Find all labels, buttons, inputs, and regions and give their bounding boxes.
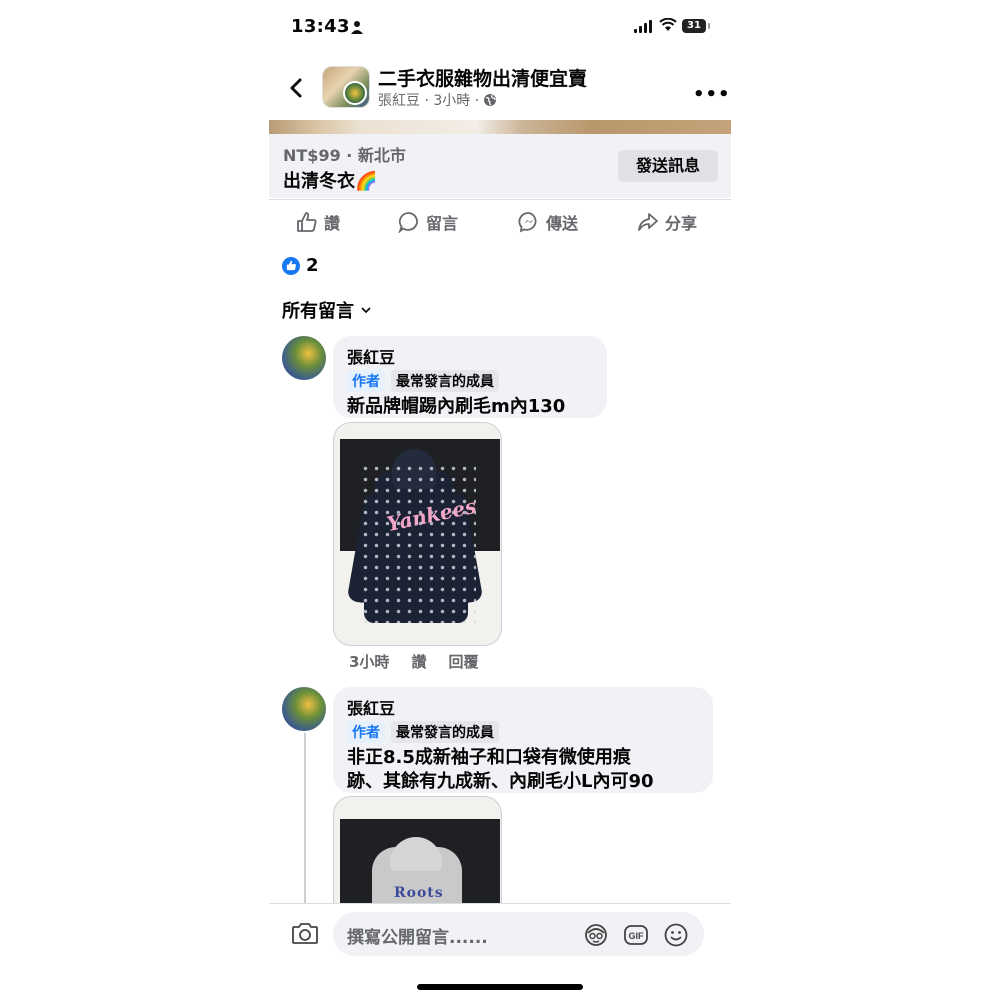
group-header: 二手衣服雜物出清便宜賣 張紅豆 · 3小時 · ••• (269, 56, 731, 120)
author-badge: 作者 (347, 370, 385, 392)
group-avatar[interactable] (322, 66, 370, 108)
thumbs-up-icon (297, 212, 317, 232)
comment-input-placeholder: 撰寫公開留言...... (347, 928, 488, 948)
comment-label: 留言 (426, 214, 459, 233)
send-message-button[interactable]: 發送訊息 (618, 150, 718, 182)
comment-badges: 作者 最常發言的成員 (347, 370, 593, 392)
comment-input[interactable]: 撰寫公開留言...... GIF (333, 912, 704, 956)
marketplace-listing: NT$99 · 新北市 出清冬衣🌈 發送訊息 (269, 134, 731, 198)
top-contributor-badge: 最常發言的成員 (391, 370, 499, 392)
comment-bubble-icon (398, 212, 418, 233)
like-label: 讚 (324, 214, 341, 233)
comment-author[interactable]: 張紅豆 (347, 344, 593, 368)
commenter-avatar[interactable] (282, 336, 326, 380)
comment-button[interactable]: 留言 (398, 210, 458, 234)
group-name[interactable]: 二手衣服雜物出清便宜賣 (378, 64, 587, 91)
comment-photo-grey-hoodie[interactable]: Roots (333, 796, 502, 918)
globe-icon (484, 94, 497, 106)
comment-bubble: 張紅豆 作者 最常發言的成員 新品牌帽踢內刷毛m內130 (333, 336, 607, 418)
share-button[interactable]: 分享 (637, 210, 697, 234)
gif-icon[interactable]: GIF (623, 922, 649, 948)
post-meta-text: 張紅豆 · 3小時 · (378, 93, 480, 109)
hoodie-roots-logo: Roots (394, 885, 444, 901)
comment-bubble: 張紅豆 作者 最常發言的成員 非正8.5成新袖子和口袋有微使用痕 跡、其餘有九成… (333, 687, 713, 793)
top-contributor-badge: 最常發言的成員 (391, 721, 499, 743)
comment-text-line-1: 非正8.5成新袖子和口袋有微使用痕 (347, 747, 631, 768)
status-bar: 13:43 31 (269, 0, 731, 56)
battery-icon: 31 (682, 19, 710, 33)
hoodie-pattern (360, 463, 476, 623)
comment-author[interactable]: 張紅豆 (347, 695, 699, 719)
commenter-avatar[interactable] (282, 687, 326, 731)
thread-line (304, 733, 306, 903)
phone-screen: 13:43 31 二手衣服雜物出清便宜賣 張紅豆 · 3小時 · ••• NT$… (269, 0, 731, 1000)
send-label: 傳送 (546, 214, 579, 233)
home-indicator[interactable] (417, 984, 583, 990)
post-photo-strip[interactable] (269, 120, 731, 134)
listing-price-location: NT$99 · 新北市 (283, 146, 406, 165)
comment-like-link[interactable]: 讚 (411, 651, 426, 672)
comments-filter-label: 所有留言 (282, 301, 354, 322)
post-meta: 張紅豆 · 3小時 · (378, 90, 497, 110)
reaction-count: 2 (306, 255, 319, 276)
comment-text-line-2: 跡、其餘有九成新、內刷毛小L內可90 (347, 771, 654, 792)
author-badge: 作者 (347, 721, 385, 743)
more-options-icon[interactable]: ••• (693, 84, 731, 105)
person-icon (351, 21, 363, 34)
messenger-icon (518, 212, 537, 233)
comment-text: 新品牌帽踢內刷毛m內130 (347, 396, 566, 417)
status-time: 13:43 (291, 16, 350, 37)
share-label: 分享 (665, 214, 698, 233)
reaction-summary[interactable]: 2 (282, 255, 319, 276)
comment-composer: 撰寫公開留言...... GIF (269, 903, 731, 964)
wifi-icon (659, 18, 677, 31)
cellular-signal-icon (634, 20, 652, 33)
send-button[interactable]: 傳送 (518, 210, 578, 234)
camera-icon[interactable] (291, 920, 319, 946)
comments-filter-dropdown[interactable]: 所有留言 (282, 297, 372, 323)
author-avatar-badge (343, 81, 367, 105)
like-reaction-icon (282, 256, 300, 275)
chevron-down-icon (361, 307, 371, 314)
back-arrow-icon[interactable] (287, 76, 307, 100)
comment-badges: 作者 最常發言的成員 (347, 721, 699, 743)
post-action-bar: 讚 留言 傳送 分享 (269, 199, 731, 244)
comment-photo-navy-hoodie[interactable]: Yankees (333, 422, 502, 646)
comment-reply-link[interactable]: 回覆 (448, 651, 478, 672)
like-button[interactable]: 讚 (296, 210, 340, 234)
listing-title: 出清冬衣🌈 (283, 171, 378, 192)
comment-time: 3小時 (349, 653, 390, 671)
comment-meta: 3小時 讚 回覆 (349, 651, 478, 672)
avatar-sticker-icon[interactable] (583, 922, 609, 948)
svg-text:GIF: GIF (629, 931, 645, 941)
emoji-icon[interactable] (663, 922, 689, 948)
share-arrow-icon (638, 213, 658, 231)
